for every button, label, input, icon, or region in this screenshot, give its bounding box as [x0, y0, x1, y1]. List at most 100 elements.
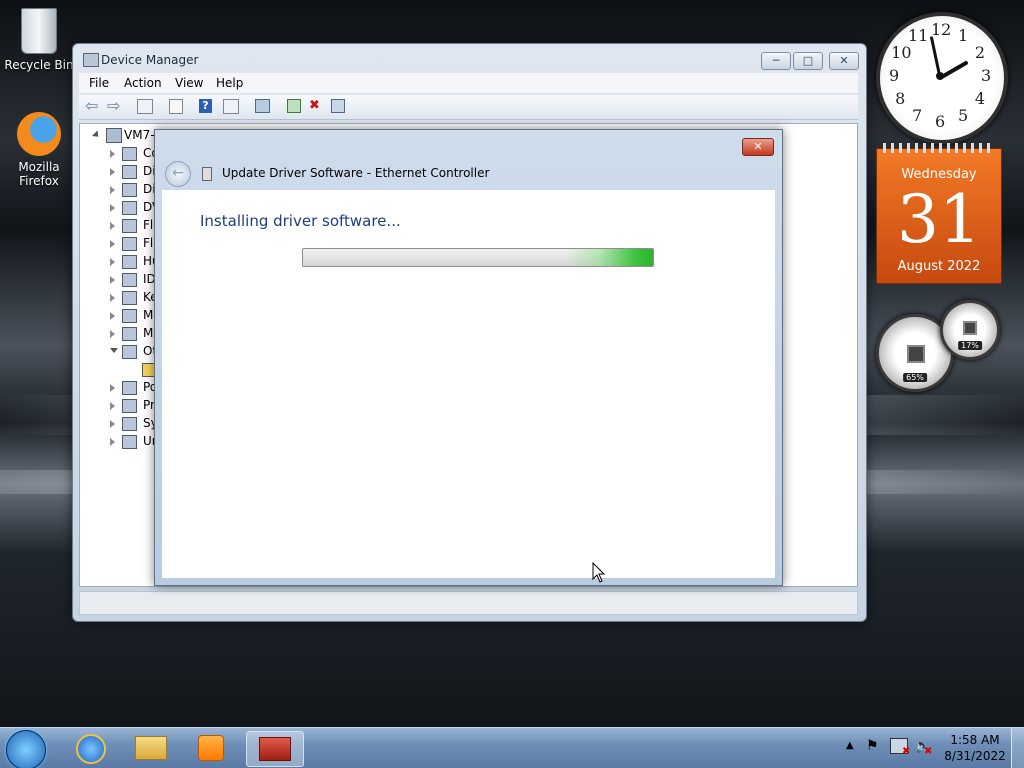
expand-arrow-icon[interactable]: [110, 276, 115, 284]
tree-root-label: VM7-: [124, 128, 155, 142]
tree-item[interactable]: [108, 362, 156, 378]
expand-arrow-icon[interactable]: [110, 438, 115, 446]
uninstall-icon[interactable]: ✖: [309, 99, 325, 115]
menu-file[interactable]: File: [89, 76, 109, 90]
desktop-icon-firefox[interactable]: Mozilla Firefox: [4, 112, 74, 188]
enable-device-icon[interactable]: [331, 99, 345, 113]
menu-help[interactable]: Help: [216, 76, 243, 90]
forward-arrow-icon[interactable]: ⇨: [107, 98, 123, 115]
expand-arrow-icon[interactable]: [110, 204, 115, 212]
update-driver-dialog[interactable]: ✕ ← Update Driver Software - Ethernet Co…: [154, 129, 783, 586]
expand-arrow-icon[interactable]: [110, 294, 115, 302]
mouse-icon: [122, 309, 137, 323]
show-hide-console-icon[interactable]: [137, 99, 153, 114]
expand-arrow-icon[interactable]: [110, 186, 115, 194]
show-desktop-button[interactable]: [1011, 728, 1024, 768]
desktop-icon-recycle-bin[interactable]: Recycle Bin: [4, 8, 74, 72]
close-button[interactable]: ✕: [829, 52, 859, 70]
tree-item[interactable]: Ot: [108, 344, 156, 360]
expand-arrow-icon[interactable]: [110, 240, 115, 248]
view-icon[interactable]: [223, 99, 239, 114]
dialog-close-button[interactable]: ✕: [742, 138, 774, 156]
display-adapter-icon: [122, 183, 137, 197]
expand-arrow-icon[interactable]: [110, 222, 115, 230]
minimize-button[interactable]: ─: [761, 52, 791, 70]
memory-usage-value: 17%: [958, 341, 982, 350]
menu-bar: File Action View Help: [79, 73, 858, 93]
tree-item[interactable]: Ke: [108, 290, 156, 306]
expand-arrow-icon[interactable]: [110, 330, 115, 338]
collapse-arrow-icon[interactable]: [91, 130, 102, 140]
install-progress-bar: [302, 248, 654, 267]
tree-item[interactable]: Hu: [108, 254, 156, 270]
monitor-icon: [122, 327, 137, 341]
expand-arrow-icon[interactable]: [110, 168, 115, 176]
device-manager-icon: [259, 737, 291, 761]
expand-arrow-icon[interactable]: [110, 384, 115, 392]
device-manager-icon: [83, 53, 99, 67]
scan-hardware-icon[interactable]: [255, 99, 270, 113]
calendar-gadget[interactable]: Wednesday 31 August 2022: [876, 143, 1002, 284]
volume-mute-mark-icon: ✖: [924, 746, 933, 757]
start-button[interactable]: [6, 730, 46, 768]
collapse-arrow-icon[interactable]: [110, 348, 118, 353]
maximize-button[interactable]: □: [793, 52, 823, 70]
menu-view[interactable]: View: [175, 76, 203, 90]
taskbar-internet-explorer[interactable]: [66, 731, 116, 765]
tree-item[interactable]: Di: [108, 164, 156, 180]
expand-arrow-icon[interactable]: [110, 258, 115, 266]
network-error-icon: ✖: [902, 746, 911, 757]
clock-number: 9: [889, 66, 900, 85]
back-button[interactable]: ←: [165, 161, 191, 187]
taskbar-media-player[interactable]: [186, 731, 236, 765]
tree-item[interactable]: Flo: [108, 236, 156, 252]
usb-controller-icon: [122, 435, 137, 449]
cpu-meter-gadget-small[interactable]: 17%: [940, 300, 1000, 360]
ide-controller-icon: [122, 273, 137, 287]
menu-action[interactable]: Action: [124, 76, 162, 90]
ethernet-device-icon: [202, 167, 212, 181]
explorer-icon: [135, 736, 167, 760]
computer-icon: [106, 128, 122, 143]
clock-number: 4: [974, 89, 986, 108]
clock-number: 8: [895, 89, 906, 108]
tree-item[interactable]: ID: [108, 272, 156, 288]
tree-item[interactable]: Co: [108, 146, 156, 162]
update-driver-icon[interactable]: [287, 99, 301, 113]
tree-item[interactable]: Di: [108, 182, 156, 198]
properties-icon[interactable]: [169, 99, 183, 114]
tree-item[interactable]: DV: [108, 200, 156, 216]
computer-icon: [122, 147, 137, 161]
tree-item[interactable]: Mo: [108, 326, 156, 342]
expand-arrow-icon[interactable]: [110, 420, 115, 428]
show-hidden-icons-icon[interactable]: ▲: [846, 740, 854, 751]
tree-item[interactable]: Un: [108, 434, 156, 450]
action-center-flag-icon[interactable]: ⚑: [866, 738, 879, 754]
tree-item[interactable]: Pr: [108, 398, 156, 414]
dialog-title: Update Driver Software - Ethernet Contro…: [222, 166, 490, 180]
tree-item[interactable]: Mi: [108, 308, 156, 324]
internet-explorer-icon: [76, 734, 106, 764]
status-bar: [79, 591, 858, 615]
clock-number: 12: [931, 20, 952, 39]
expand-arrow-icon[interactable]: [110, 402, 115, 410]
back-arrow-icon[interactable]: ⇦: [85, 98, 101, 115]
tree-item[interactable]: Sy: [108, 416, 156, 432]
tree-item[interactable]: Po: [108, 380, 156, 396]
media-player-icon: [198, 735, 224, 761]
help-icon[interactable]: ?: [199, 99, 212, 113]
taskbar-explorer[interactable]: [126, 731, 176, 765]
tray-time[interactable]: 1:58 AM: [940, 733, 1010, 747]
calendar-date: 31: [897, 181, 981, 258]
tray-date[interactable]: 8/31/2022: [940, 749, 1010, 763]
clock-number: 5: [958, 105, 969, 125]
expand-arrow-icon[interactable]: [110, 150, 115, 158]
tree-item[interactable]: Flo: [108, 218, 156, 234]
clock-center: [936, 72, 944, 80]
firefox-icon: [17, 112, 61, 156]
taskbar-device-manager[interactable]: [246, 731, 304, 767]
expand-arrow-icon[interactable]: [110, 312, 115, 320]
clock-gadget[interactable]: 12 1 2 3 4 5 6 7 8 9 10 11: [876, 12, 1008, 144]
firefox-label-line1: Mozilla: [18, 160, 60, 174]
clock-number: 6: [935, 112, 946, 131]
